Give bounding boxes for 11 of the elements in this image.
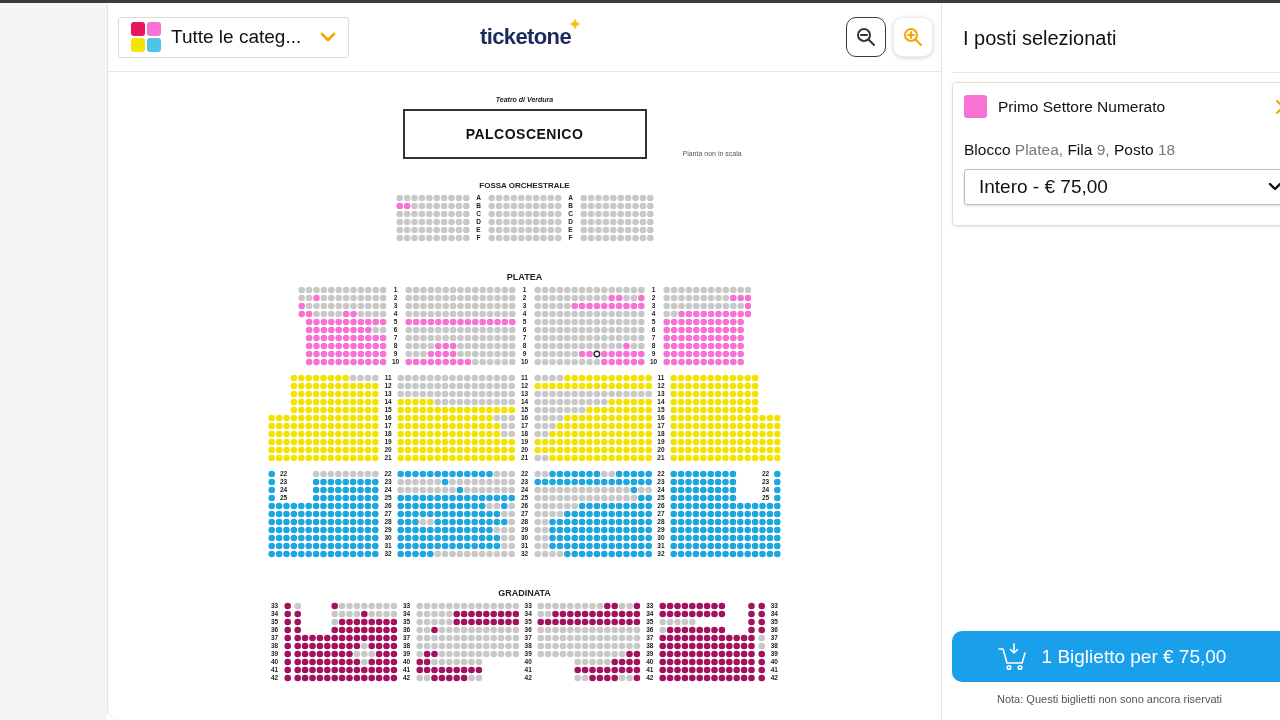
section-heading: PLATEA bbox=[506, 272, 543, 282]
panel-title: I posti selezionati bbox=[952, 3, 1280, 73]
section-heading: FOSSA ORCHESTRALE bbox=[479, 181, 570, 190]
seat-details: Blocco Platea, Fila 9, Posto 18 bbox=[964, 141, 1177, 159]
section-heading: GRADINATA bbox=[498, 588, 551, 598]
ticket-type-select[interactable]: Intero - € 75,00 bbox=[964, 169, 1280, 205]
category-name: Primo Settore Numerato bbox=[998, 97, 1167, 116]
note-text: Nota: Questi biglietti non sono ancora riservati bbox=[996, 693, 1223, 705]
logo: ticketone bbox=[479, 24, 572, 50]
stage-box: PALCOSCENICO bbox=[402, 109, 647, 159]
category-dropdown[interactable]: Tutte le categ... bbox=[118, 16, 349, 58]
